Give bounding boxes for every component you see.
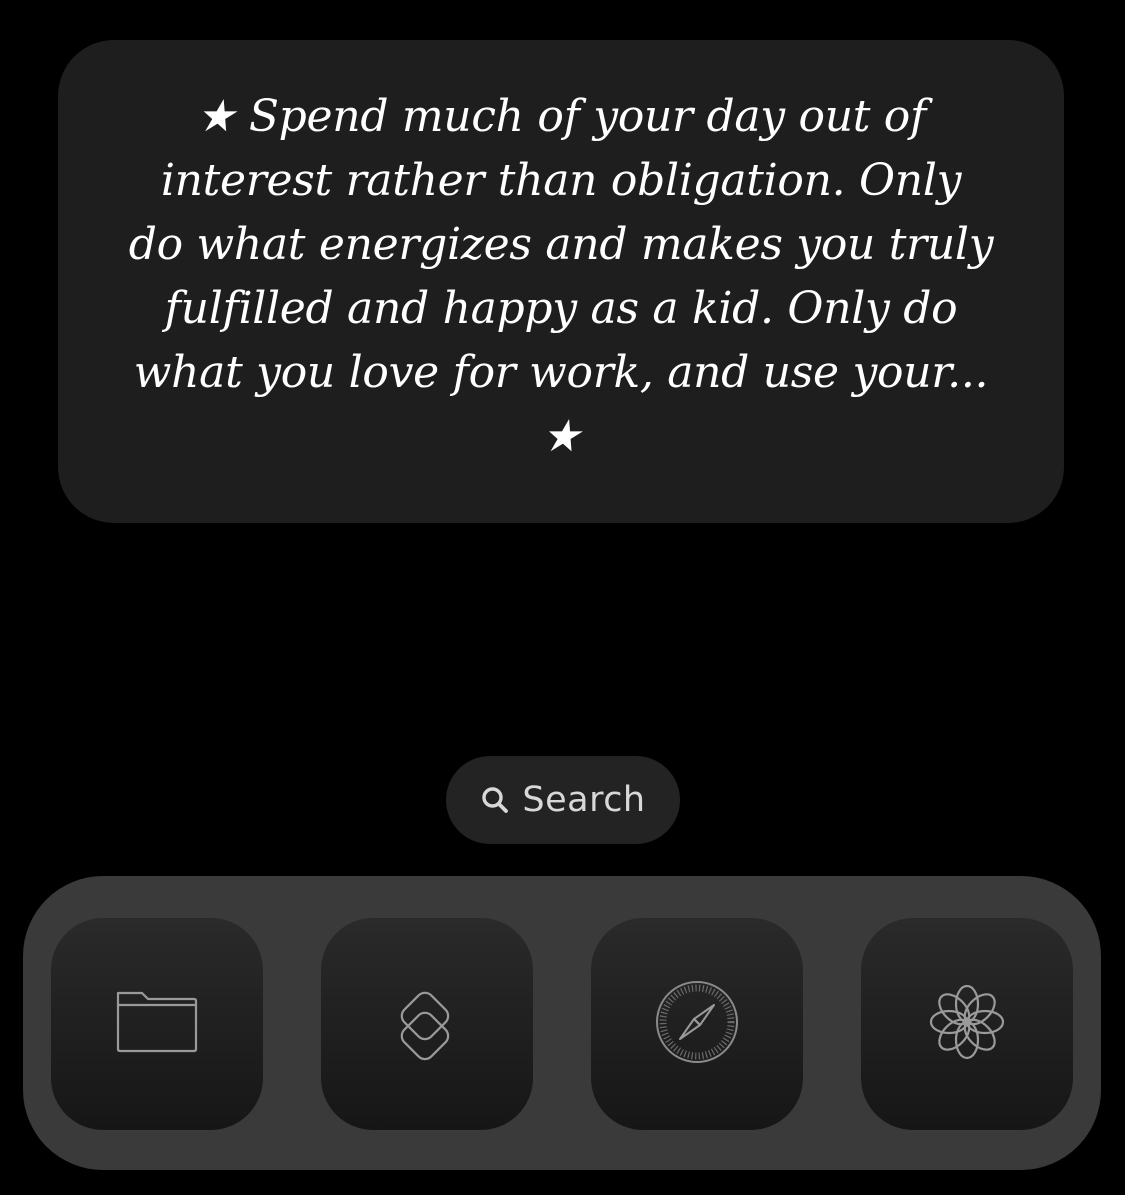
dock-app-photos[interactable] — [861, 918, 1073, 1130]
search-label: Search — [522, 780, 646, 820]
folder-icon — [112, 987, 202, 1062]
shortcuts-icon — [382, 977, 472, 1072]
quote-widget[interactable]: ★ Spend much of your day out of interest… — [58, 40, 1064, 523]
magnifier-icon — [480, 785, 510, 815]
dock-app-files[interactable] — [51, 918, 263, 1130]
search-button[interactable]: Search — [446, 756, 680, 844]
dock — [23, 876, 1101, 1170]
flower-icon — [922, 977, 1012, 1072]
compass-icon — [652, 977, 742, 1072]
quote-text: ★ Spend much of your day out of interest… — [128, 90, 994, 462]
dock-app-safari[interactable] — [591, 918, 803, 1130]
dock-app-shortcuts[interactable] — [321, 918, 533, 1130]
